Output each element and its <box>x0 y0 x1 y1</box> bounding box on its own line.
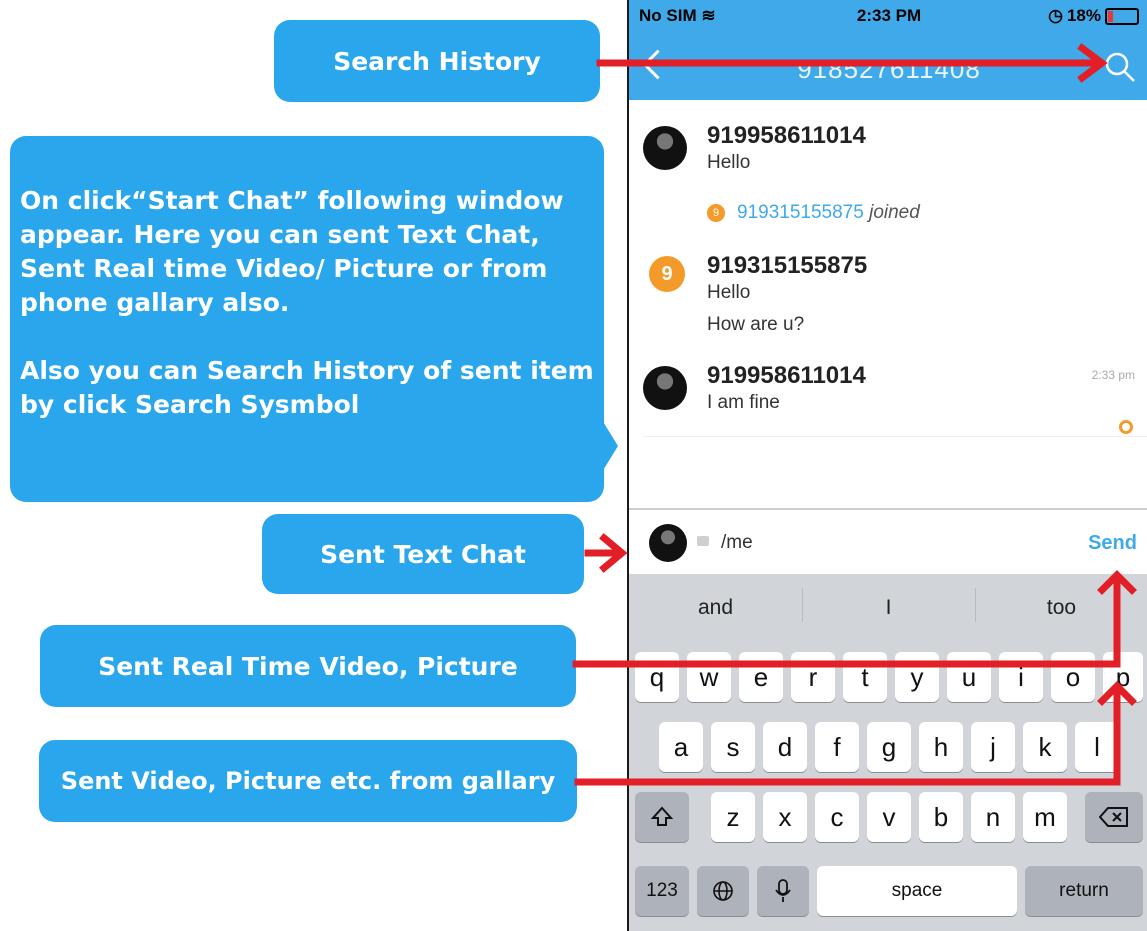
key[interactable]: b <box>919 792 963 842</box>
key[interactable]: p <box>1103 652 1143 702</box>
key[interactable]: c <box>815 792 859 842</box>
message-text: Hello <box>707 282 751 303</box>
key[interactable]: h <box>919 722 963 772</box>
info-paragraph-2: Also you can Search History of sent item… <box>20 356 594 419</box>
key[interactable]: x <box>763 792 807 842</box>
battery-percent: 18% <box>1066 6 1101 25</box>
key[interactable]: s <box>711 722 755 772</box>
joined-number[interactable]: 919315155875 <box>737 202 864 223</box>
key[interactable]: a <box>659 722 703 772</box>
key[interactable]: i <box>999 652 1043 702</box>
battery-indicator: ◷ 18% <box>1048 6 1139 26</box>
alarm-icon: ◷ <box>1048 6 1063 25</box>
avatar: 9 <box>649 256 685 292</box>
key[interactable]: w <box>687 652 731 702</box>
info-paragraph-1: On click“Start Chat” following window ap… <box>20 186 564 317</box>
joined-avatar: 9 <box>707 204 725 222</box>
battery-icon <box>1105 7 1139 25</box>
read-receipt-icon <box>1119 420 1133 434</box>
arrow-head-text <box>599 533 628 573</box>
avatar <box>643 366 687 410</box>
key[interactable]: l <box>1075 722 1119 772</box>
globe-key[interactable] <box>697 866 749 916</box>
suggestion-item[interactable]: and <box>629 596 802 620</box>
lock-icon <box>697 536 709 546</box>
key[interactable]: t <box>843 652 887 702</box>
callout-info: On click“Start Chat” following window ap… <box>10 136 618 502</box>
key[interactable]: g <box>867 722 911 772</box>
search-icon[interactable] <box>1103 50 1137 84</box>
callout-sent-text-chat: Sent Text Chat <box>262 514 584 594</box>
media-avatar-button[interactable] <box>649 524 687 562</box>
avatar <box>643 126 687 170</box>
backspace-icon <box>1099 807 1128 827</box>
key[interactable]: y <box>895 652 939 702</box>
microphone-icon <box>775 879 791 902</box>
key[interactable]: k <box>1023 722 1067 772</box>
suggestion-item[interactable]: I <box>802 596 975 620</box>
message-sender: 919958611014 <box>707 122 866 149</box>
shift-icon <box>650 806 674 826</box>
key[interactable]: z <box>711 792 755 842</box>
dictation-key[interactable] <box>757 866 809 916</box>
divider <box>643 436 1147 437</box>
return-key[interactable]: return <box>1025 866 1143 916</box>
callout-search-history: Search History <box>274 20 600 102</box>
globe-icon <box>713 881 733 901</box>
phone-screen: No SIM ≋ 2:33 PM ◷ 18% 918527611408 9199… <box>627 0 1147 931</box>
key[interactable]: f <box>815 722 859 772</box>
shift-key[interactable] <box>635 792 689 842</box>
message-text: I am fine <box>707 392 780 413</box>
key[interactable]: o <box>1051 652 1095 702</box>
key[interactable]: d <box>763 722 807 772</box>
message-text: How are u? <box>707 314 805 335</box>
key[interactable]: r <box>791 652 835 702</box>
status-bar: No SIM ≋ 2:33 PM ◷ 18% <box>629 6 1147 32</box>
key[interactable]: m <box>1023 792 1067 842</box>
key[interactable]: n <box>971 792 1015 842</box>
key[interactable]: e <box>739 652 783 702</box>
suggestion-item[interactable]: too <box>975 596 1147 620</box>
suggestion-bar: and I too <box>629 574 1147 638</box>
chat-title: 918527611408 <box>797 54 981 84</box>
key[interactable]: u <box>947 652 991 702</box>
callout-sent-gallery: Sent Video, Picture etc. from gallary <box>39 740 577 822</box>
key[interactable]: v <box>867 792 911 842</box>
key[interactable]: j <box>971 722 1015 772</box>
space-key[interactable]: space <box>817 866 1017 916</box>
chat-header: No SIM ≋ 2:33 PM ◷ 18% 918527611408 <box>629 0 1147 100</box>
send-button[interactable]: Send <box>1088 532 1137 555</box>
key[interactable]: q <box>635 652 679 702</box>
joined-label: joined <box>869 202 920 223</box>
message-input[interactable]: /me <box>721 532 753 554</box>
callout-tail <box>602 420 618 472</box>
message-sender: 919315155875 <box>707 252 868 279</box>
backspace-key[interactable] <box>1085 792 1143 842</box>
joined-event: 9 919315155875 joined <box>707 202 920 224</box>
message-timestamp: 2:33 pm <box>1091 368 1135 382</box>
callout-sent-real-time: Sent Real Time Video, Picture <box>40 625 576 707</box>
message-sender: 919958611014 <box>707 362 866 389</box>
numbers-key[interactable]: 123 <box>635 866 689 916</box>
message-input-bar: /me Send <box>629 508 1147 576</box>
message-text: Hello <box>707 152 751 173</box>
keyboard: and I too q w e r t y u i o p a s d f g … <box>629 574 1147 931</box>
